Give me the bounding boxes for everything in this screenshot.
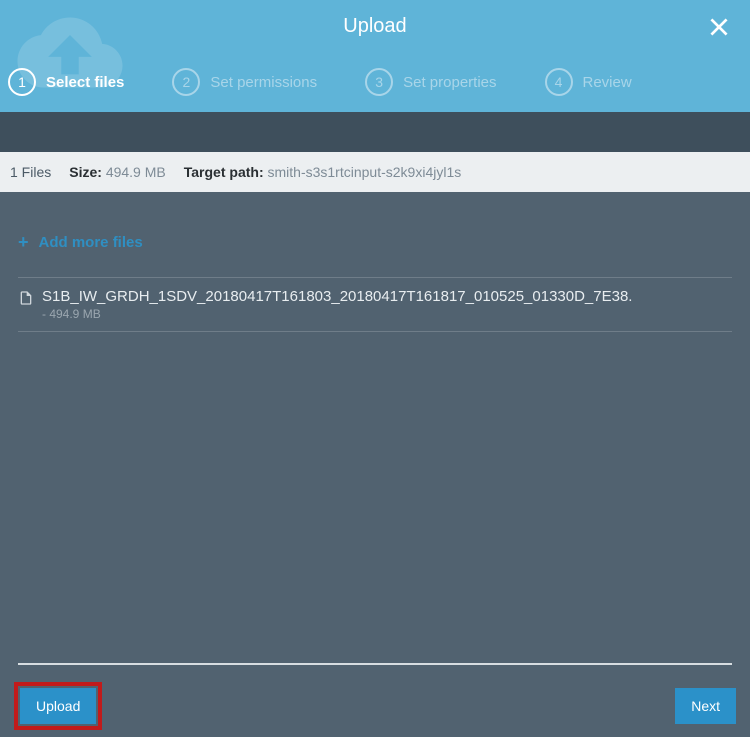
file-size: - 494.9 MB bbox=[42, 307, 632, 321]
file-summary-bar: 1 Files Size: 494.9 MB Target path: smit… bbox=[0, 152, 750, 192]
step-review[interactable]: 4 Review bbox=[545, 68, 632, 96]
step-label: Review bbox=[583, 74, 632, 91]
step-number: 2 bbox=[172, 68, 200, 96]
step-label: Select files bbox=[46, 74, 124, 91]
file-list-item: S1B_IW_GRDH_1SDV_20180417T161803_2018041… bbox=[18, 277, 732, 332]
step-label: Set properties bbox=[403, 74, 496, 91]
target-group: Target path: smith-s3s1rtcinput-s2k9xi4j… bbox=[184, 164, 461, 180]
size-label: Size: bbox=[69, 164, 102, 180]
step-set-permissions[interactable]: 2 Set permissions bbox=[172, 68, 317, 96]
target-value: smith-s3s1rtcinput-s2k9xi4jyl1s bbox=[268, 164, 462, 180]
size-group: Size: 494.9 MB bbox=[69, 164, 166, 180]
dialog-header: Upload 1 Select files 2 Set permissions … bbox=[0, 0, 750, 112]
add-more-files-link[interactable]: + Add more files bbox=[18, 232, 732, 253]
step-set-properties[interactable]: 3 Set properties bbox=[365, 68, 496, 96]
wizard-steps: 1 Select files 2 Set permissions 3 Set p… bbox=[0, 52, 750, 112]
add-more-label: Add more files bbox=[39, 234, 143, 251]
size-value: 494.9 MB bbox=[106, 164, 166, 180]
next-button[interactable]: Next bbox=[675, 688, 736, 724]
content-area: + Add more files S1B_IW_GRDH_1SDV_201804… bbox=[0, 192, 750, 332]
upload-button[interactable]: Upload bbox=[20, 688, 96, 724]
close-icon[interactable] bbox=[706, 14, 732, 40]
target-label: Target path: bbox=[184, 164, 264, 180]
title-row: Upload bbox=[0, 0, 750, 52]
file-text: S1B_IW_GRDH_1SDV_20180417T161803_2018041… bbox=[42, 288, 632, 321]
spacer-dark bbox=[0, 112, 750, 152]
dialog-footer: Upload Next bbox=[0, 675, 750, 737]
footer-divider bbox=[18, 663, 732, 665]
step-select-files[interactable]: 1 Select files bbox=[8, 68, 124, 96]
upload-button-highlight: Upload bbox=[14, 682, 102, 730]
plus-icon: + bbox=[18, 232, 29, 253]
step-number: 3 bbox=[365, 68, 393, 96]
step-number: 4 bbox=[545, 68, 573, 96]
step-label: Set permissions bbox=[210, 74, 317, 91]
step-number: 1 bbox=[8, 68, 36, 96]
file-icon bbox=[18, 290, 34, 311]
file-count: 1 Files bbox=[10, 164, 51, 180]
dialog-title: Upload bbox=[343, 15, 406, 38]
file-name: S1B_IW_GRDH_1SDV_20180417T161803_2018041… bbox=[42, 288, 632, 305]
